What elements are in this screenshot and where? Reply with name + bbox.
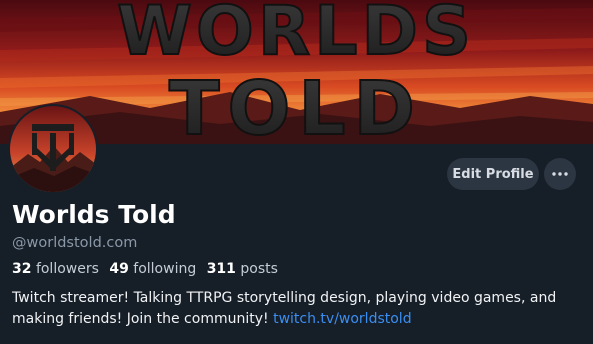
posts-stat: 311 posts: [207, 261, 278, 277]
posts-label: posts: [240, 261, 278, 277]
svg-text:WORLDS: WORLDS: [117, 0, 475, 71]
followers-stat[interactable]: 32 followers: [12, 261, 99, 277]
bio-link[interactable]: twitch.tv/worldstold: [273, 311, 412, 327]
following-label: following: [133, 261, 197, 277]
followers-count: 32: [12, 261, 32, 277]
svg-text:TOLD: TOLD: [169, 66, 423, 144]
avatar[interactable]: [8, 104, 98, 194]
profile-bio: Twitch streamer! Talking TTRPG storytell…: [12, 288, 584, 330]
avatar-logo-icon: [10, 106, 96, 192]
more-options-button[interactable]: [544, 158, 576, 190]
posts-count: 311: [206, 261, 236, 277]
profile-stats: 32 followers 49 following 311 posts: [12, 259, 278, 279]
profile-page: WORLDS TOLD Edit Profile Worlds Told @wo…: [0, 0, 593, 344]
more-dots-icon: [552, 172, 568, 176]
display-name: Worlds Told: [12, 200, 176, 229]
edit-profile-button[interactable]: Edit Profile: [447, 158, 539, 190]
following-count: 49: [109, 261, 129, 277]
edit-profile-label: Edit Profile: [452, 166, 534, 182]
profile-handle: @worldstold.com: [12, 235, 138, 251]
following-stat[interactable]: 49 following: [109, 261, 196, 277]
followers-label: followers: [35, 261, 99, 277]
banner-wordmark: WORLDS TOLD: [116, 0, 475, 144]
